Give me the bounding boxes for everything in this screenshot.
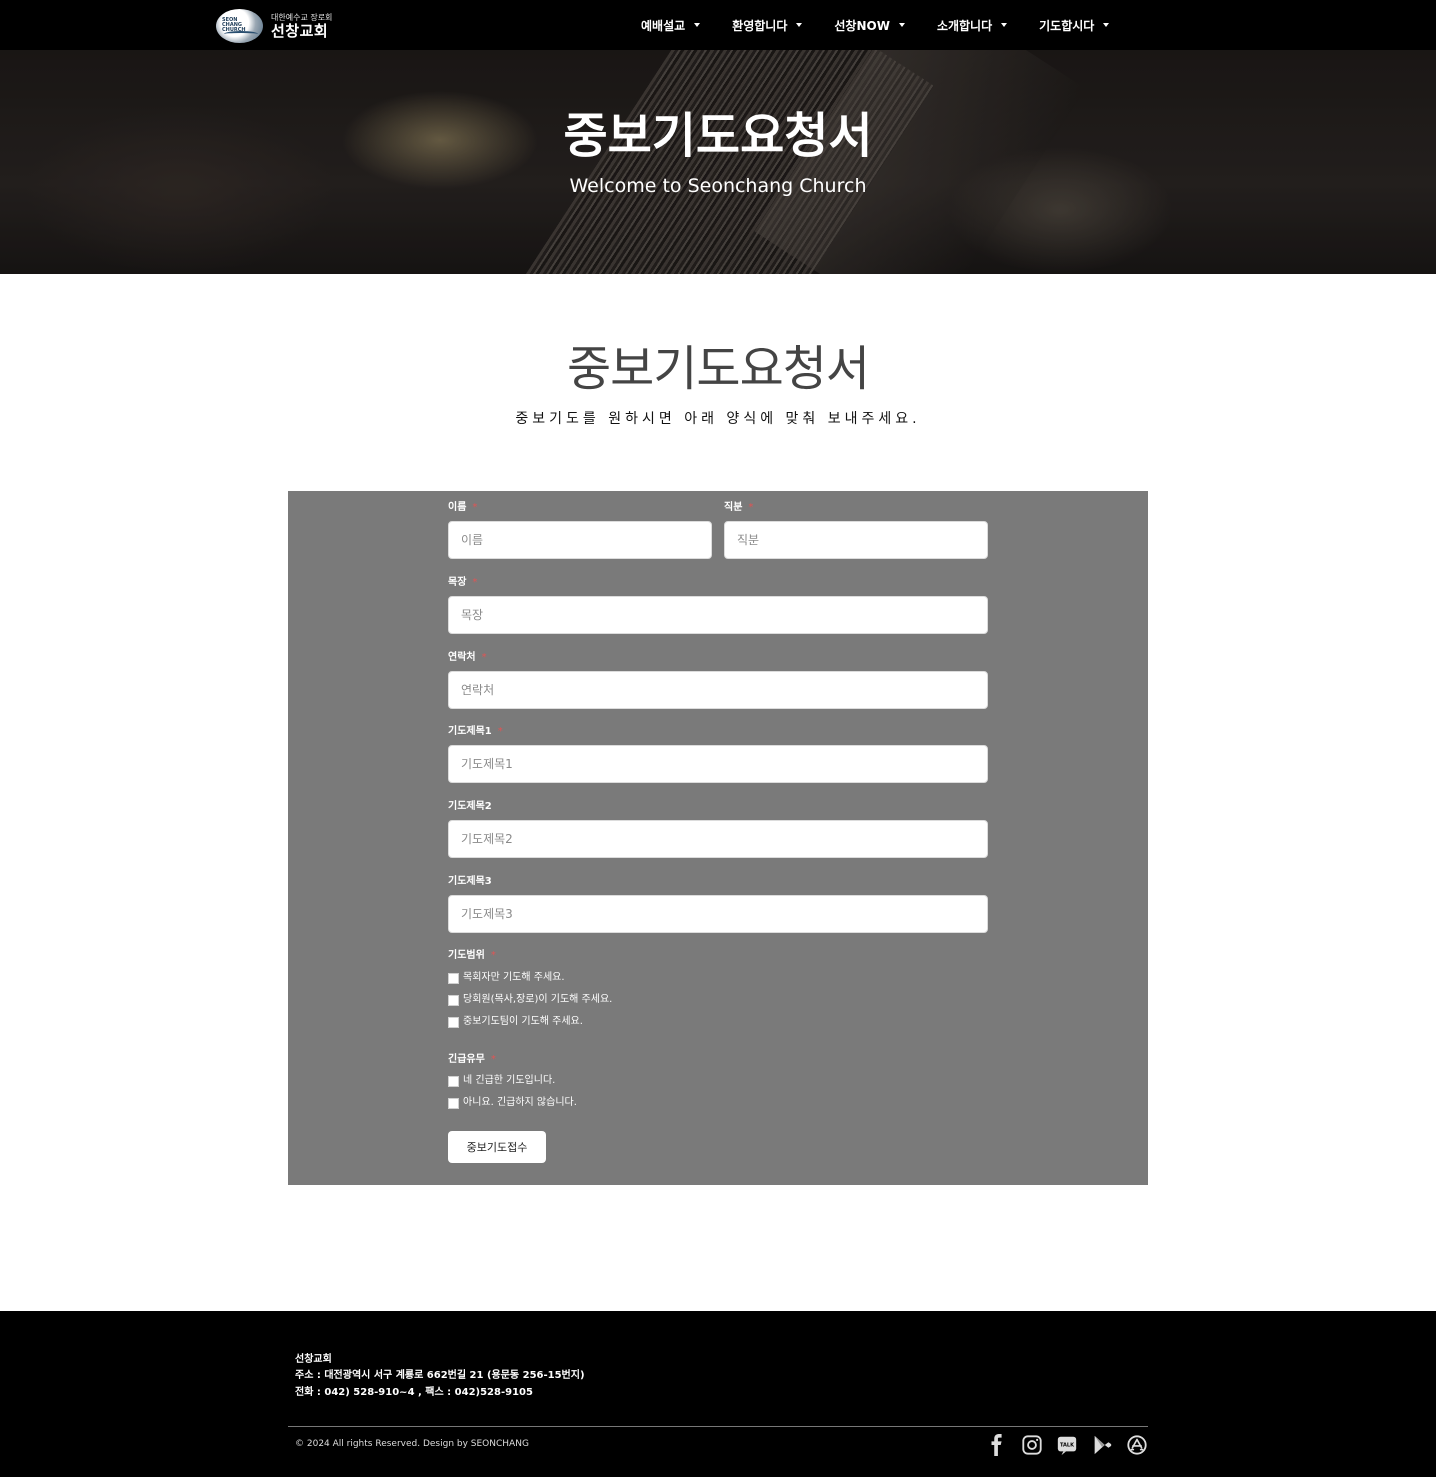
name-label-text: 이름 [448,502,467,513]
caret-down-icon [898,23,905,27]
app-store-icon[interactable] [1125,1433,1149,1457]
top-navigation-bar: SEON CHANG CHURCH 대한예수교 장로회 선창교회 예배설교 환영… [0,0,1436,50]
checkbox-label: 네 긴급한 기도입니다. [463,1075,556,1086]
main-menu: 예배설교 환영합니다 선창NOW 소개합니다 기도합시다 [641,0,1141,50]
nav-item-label: 환영합니다 [732,18,788,33]
checkbox[interactable] [448,1097,459,1109]
footer-phone: 전화 : 042) 528-910~4 , 팩스 : 042)528-9105 [295,1387,533,1398]
urgency-label: 긴급유무 * [448,1053,496,1067]
name-input[interactable] [448,521,712,559]
nav-item-about[interactable]: 소개합니다 [936,17,1008,34]
logo-wordmark: 대한예수교 장로회 선창교회 [271,13,332,40]
prayer-title2-input[interactable] [448,820,988,858]
contact-input[interactable] [448,671,988,709]
caret-down-icon [694,23,701,27]
hero-subtitle: Welcome to Seonchang Church [569,175,867,197]
caret-down-icon [796,23,803,27]
required-mark: * [472,577,478,588]
footer-divider [288,1426,1148,1427]
prayer-title1-input[interactable] [448,745,988,783]
nav-item-welcome[interactable]: 환영합니다 [732,17,803,34]
mokjang-label-text: 목장 [448,577,467,588]
caret-down-icon [1103,23,1110,27]
logo-subtitle: 대한예수교 장로회 [271,12,333,22]
urgency-label-text: 긴급유무 [448,1054,485,1065]
kakaotalk-icon[interactable]: TALK [1055,1433,1079,1457]
footer-address: 주소 : 대전광역시 서구 계룡로 662번길 21 (용문동 256-15번지… [295,1370,585,1381]
submit-button[interactable]: 중보기도접수 [448,1131,546,1163]
checkbox[interactable] [448,1016,459,1028]
nav-item-worship[interactable]: 예배설교 [641,17,701,34]
contact-label-text: 연락처 [448,652,476,663]
instagram-icon[interactable] [1020,1433,1044,1457]
nav-item-label: 예배설교 [641,18,686,33]
logo-swoosh [224,31,258,37]
position-label: 직분 * [724,501,753,515]
footer [0,1311,1436,1477]
prayer-title1-label-text: 기도제목1 [448,726,492,737]
nav-item-prayer[interactable]: 기도합시다 [1039,17,1110,34]
required-mark: * [490,1054,496,1065]
checkbox[interactable] [448,972,459,984]
prayer-title3-label: 기도제목3 [448,875,492,889]
prayer-scope-label: 기도범위 * [448,949,496,963]
required-mark: * [472,502,478,513]
checkbox-label: 당회원(목사,장로)이 기도해 주세요. [463,994,613,1005]
kakaotalk-label: TALK [1060,1442,1075,1448]
footer-church-name: 선창교회 [295,1354,332,1365]
required-mark: * [497,726,503,737]
prayer-title3-input[interactable] [448,895,988,933]
google-play-icon[interactable] [1090,1433,1114,1457]
footer-copyright: © 2024 All rights Reserved. Design by SE… [295,1439,529,1449]
checkbox[interactable] [448,994,459,1006]
required-mark: * [490,950,496,961]
church-logo[interactable]: SEON CHANG CHURCH 대한예수교 장로회 선창교회 [216,8,346,44]
checkbox-label: 아니요. 긴급하지 않습니다. [463,1097,577,1108]
prayer-title2-label: 기도제목2 [448,800,492,814]
page-description: 중보기도를 원하시면 아래 양식에 맞춰 보내주세요. [515,411,921,427]
logo-emblem: SEON CHANG CHURCH [216,9,263,43]
contact-label: 연락처 * [448,651,487,665]
name-label: 이름 * [448,501,477,515]
nav-item-now[interactable]: 선창NOW [834,17,905,34]
nav-item-label: 선창NOW [834,18,890,33]
prayer-title2-label-text: 기도제목2 [448,801,492,812]
logo-title: 선창교회 [271,21,329,40]
hero-title: 중보기도요청서 [563,108,873,164]
urgency-option-no[interactable]: 아니요. 긴급하지 않습니다. [448,1096,577,1110]
prayer-title1-label: 기도제목1 * [448,725,503,739]
checkbox-label: 목회자만 기도해 주세요. [463,972,565,983]
hero-banner: 중보기도요청서 Welcome to Seonchang Church [0,50,1436,274]
checkbox[interactable] [448,1075,459,1087]
position-input[interactable] [724,521,988,559]
mokjang-input[interactable] [448,596,988,634]
nav-item-label: 기도합시다 [1039,18,1095,33]
scope-option-pastor[interactable]: 목회자만 기도해 주세요. [448,971,565,985]
facebook-icon[interactable] [985,1433,1009,1457]
required-mark: * [748,502,754,513]
social-links: TALK [985,1433,1160,1457]
page-title: 중보기도요청서 [566,341,870,397]
scope-option-team[interactable]: 중보기도팀이 기도해 주세요. [448,1015,583,1029]
mokjang-label: 목장 * [448,576,477,590]
prayer-scope-label-text: 기도범위 [448,950,485,961]
nav-item-label: 소개합니다 [936,18,993,33]
urgency-option-yes[interactable]: 네 긴급한 기도입니다. [448,1074,555,1088]
checkbox-label: 중보기도팀이 기도해 주세요. [463,1016,583,1027]
scope-option-session[interactable]: 당회원(목사,장로)이 기도해 주세요. [448,993,612,1007]
position-label-text: 직분 [724,502,743,513]
caret-down-icon [1001,23,1008,27]
required-mark: * [481,652,487,663]
prayer-title3-label-text: 기도제목3 [448,876,492,887]
